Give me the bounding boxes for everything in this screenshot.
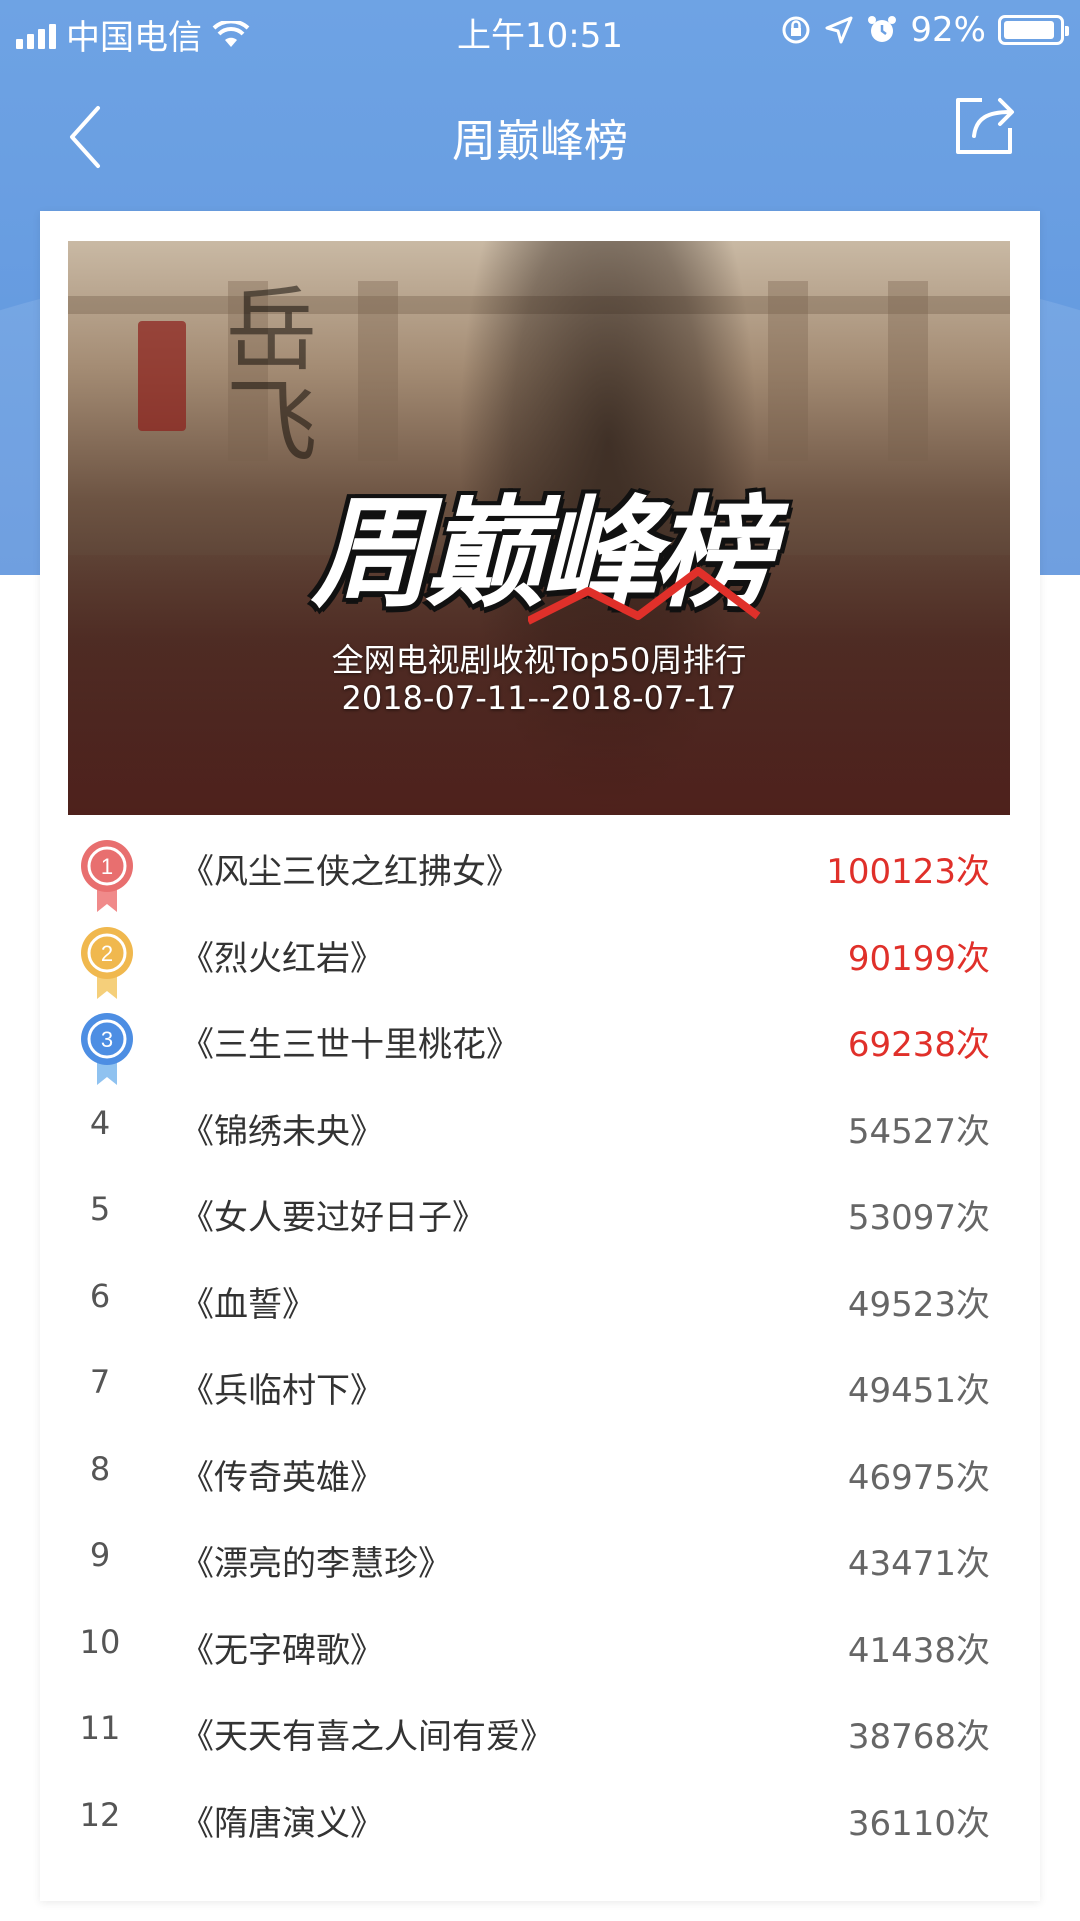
medal-3-icon: 3 bbox=[81, 1013, 133, 1085]
medal-1-number: 1 bbox=[101, 854, 113, 879]
view-count: 69238次 bbox=[847, 1025, 990, 1065]
rank-number: 8 bbox=[89, 1449, 111, 1488]
drama-title: 《传奇英雄》 bbox=[180, 1457, 384, 1498]
rank-number: 7 bbox=[89, 1363, 111, 1401]
banner-calligraphy: 岳飞 bbox=[210, 281, 317, 465]
view-count: 43471次 bbox=[847, 1544, 990, 1584]
drama-title: 《天天有喜之人间有爱》 bbox=[180, 1717, 554, 1757]
drama-title: 《风尘三侠之红拂女》 bbox=[180, 852, 520, 892]
drama-title: 《隋唐演义》 bbox=[180, 1803, 384, 1844]
drama-title: 《漂亮的李慧珍》 bbox=[180, 1544, 452, 1584]
share-icon[interactable] bbox=[952, 92, 1018, 158]
medal-3-number: 3 bbox=[101, 1027, 113, 1052]
rank-number: 4 bbox=[89, 1103, 111, 1142]
battery-icon bbox=[998, 15, 1069, 45]
ranking-card: 岳飞 周巅峰榜 全网电视剧收视Top50周排行 2018-07-11--2018… bbox=[40, 211, 1040, 1901]
drama-title: 《女人要过好日子》 bbox=[180, 1198, 486, 1238]
status-bar: 中国电信 上午10:51 92% bbox=[0, 0, 1080, 60]
list-item[interactable]: 10 《无字碑歌》 41438次 bbox=[40, 1605, 1040, 1692]
rank-number: 10 bbox=[79, 1622, 121, 1661]
view-count: 49451次 bbox=[847, 1371, 990, 1411]
drama-title: 《三生三世十里桃花》 bbox=[180, 1025, 520, 1065]
rank-number: 12 bbox=[79, 1795, 121, 1834]
view-count: 38768次 bbox=[847, 1717, 990, 1757]
list-item[interactable]: 9 《漂亮的李慧珍》 43471次 bbox=[40, 1518, 1040, 1605]
trend-line-decoration bbox=[528, 567, 761, 625]
ranking-list: 1 《风尘三侠之红拂女》 100123次 2 《烈火红岩》 90199次 3 《… bbox=[40, 826, 1040, 1864]
list-item[interactable]: 7 《兵临村下》 49451次 bbox=[40, 1345, 1040, 1432]
view-count: 36110次 bbox=[847, 1803, 990, 1844]
banner-subtitle: 全网电视剧收视Top50周排行 2018-07-11--2018-07-17 bbox=[68, 641, 1010, 717]
rank-number: 11 bbox=[79, 1709, 121, 1747]
drama-title: 《兵临村下》 bbox=[180, 1371, 384, 1411]
list-item[interactable]: 12 《隋唐演义》 36110次 bbox=[40, 1778, 1040, 1865]
list-item[interactable]: 4 《锦绣未央》 54527次 bbox=[40, 1086, 1040, 1173]
alarm-icon bbox=[868, 16, 897, 42]
medal-2-icon: 2 bbox=[81, 926, 133, 999]
view-count: 90199次 bbox=[847, 938, 990, 979]
list-item[interactable]: 2 《烈火红岩》 90199次 bbox=[40, 913, 1040, 1000]
view-count: 100123次 bbox=[826, 852, 990, 892]
drama-title: 《烈火红岩》 bbox=[180, 938, 384, 979]
view-count: 49523次 bbox=[847, 1284, 990, 1325]
list-item[interactable]: 1 《风尘三侠之红拂女》 100123次 bbox=[40, 826, 1040, 913]
nav-bar: 周巅峰榜 bbox=[0, 60, 1080, 210]
battery-percent: 92% bbox=[910, 10, 986, 50]
drama-title: 《无字碑歌》 bbox=[180, 1630, 384, 1671]
list-item[interactable]: 8 《传奇英雄》 46975次 bbox=[40, 1432, 1040, 1519]
drama-title: 《血誓》 bbox=[180, 1284, 316, 1325]
banner-image: 岳飞 周巅峰榜 全网电视剧收视Top50周排行 2018-07-11--2018… bbox=[68, 241, 1010, 815]
view-count: 46975次 bbox=[847, 1457, 990, 1498]
list-item[interactable]: 3 《三生三世十里桃花》 69238次 bbox=[40, 999, 1040, 1086]
medal-2-number: 2 bbox=[101, 941, 113, 966]
list-item[interactable]: 6 《血誓》 49523次 bbox=[40, 1259, 1040, 1346]
banner-date-range: 2018-07-11--2018-07-17 bbox=[341, 679, 737, 717]
rank-number: 9 bbox=[89, 1536, 111, 1574]
rank-number: 6 bbox=[89, 1276, 111, 1315]
list-item[interactable]: 11 《天天有喜之人间有爱》 38768次 bbox=[40, 1691, 1040, 1778]
banner-subtitle-line: 全网电视剧收视Top50周排行 bbox=[331, 641, 747, 679]
drama-title: 《锦绣未央》 bbox=[180, 1111, 384, 1152]
view-count: 53097次 bbox=[847, 1198, 990, 1238]
view-count: 41438次 bbox=[847, 1630, 990, 1671]
rank-number: 5 bbox=[89, 1190, 111, 1228]
view-count: 54527次 bbox=[847, 1111, 990, 1152]
page-title: 周巅峰榜 bbox=[452, 116, 628, 167]
rotation-lock-icon bbox=[782, 16, 810, 44]
list-item[interactable]: 5 《女人要过好日子》 53097次 bbox=[40, 1172, 1040, 1259]
medal-1-icon: 1 bbox=[81, 840, 133, 912]
location-icon bbox=[825, 16, 853, 44]
